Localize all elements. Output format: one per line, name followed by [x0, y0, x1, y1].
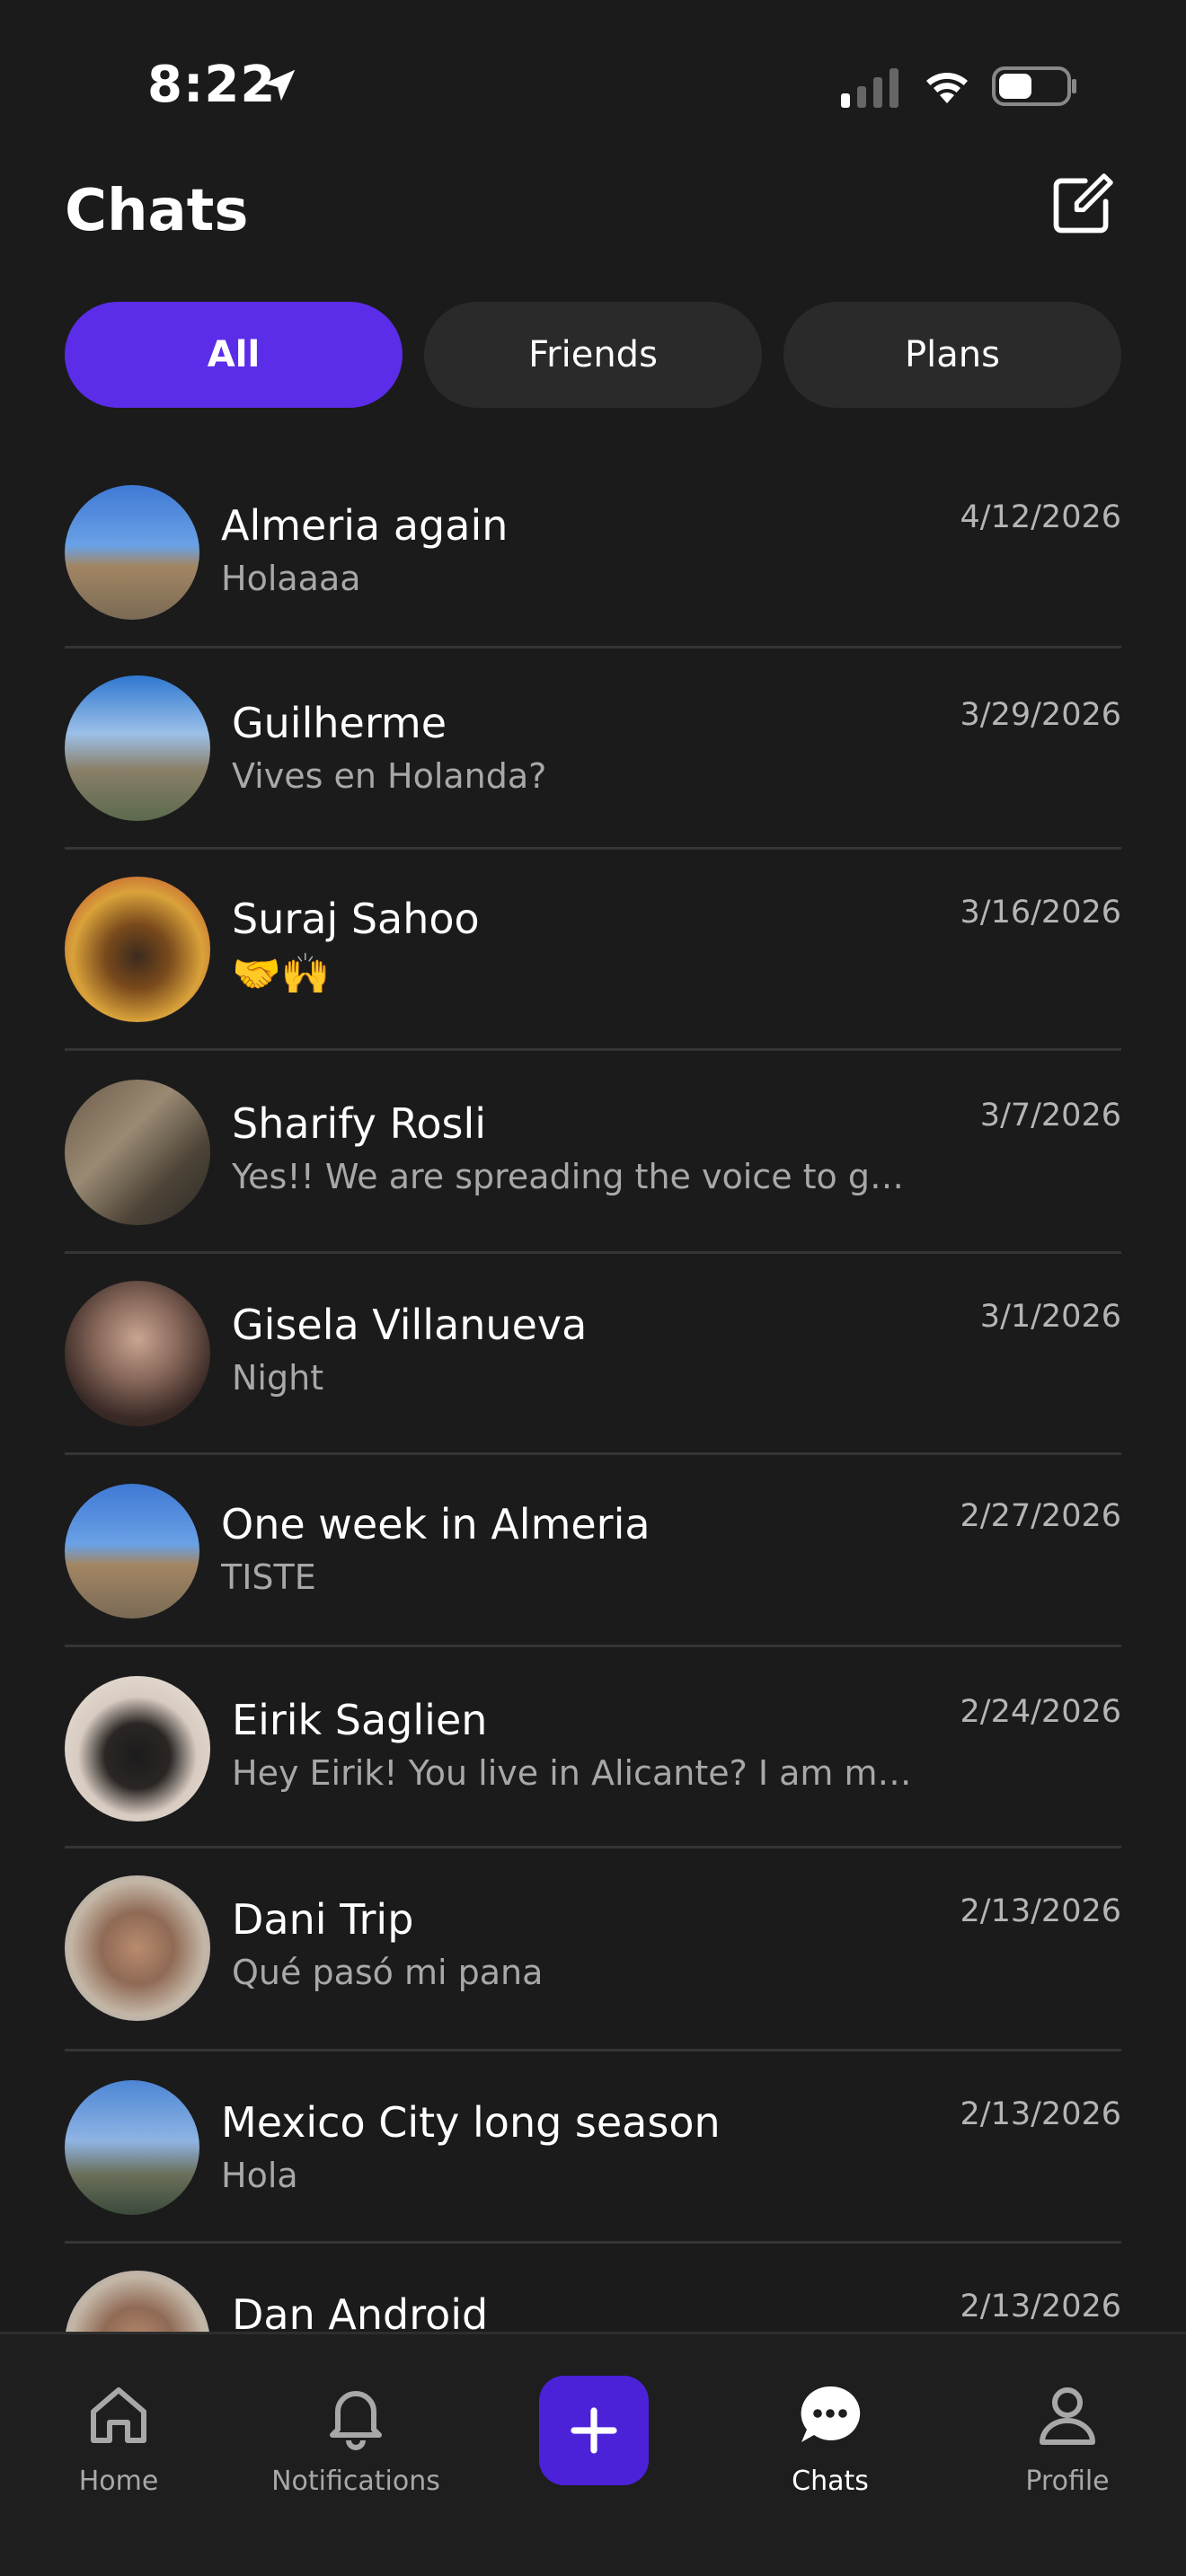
chat-bubble-icon [801, 2386, 861, 2442]
filter-tabs: All Friends Plans [65, 302, 1121, 408]
tab-all[interactable]: All [65, 302, 403, 408]
chat-name: Almeria again [221, 501, 509, 550]
nav-chats-label: Chats [792, 2466, 869, 2497]
chat-list: Almeria again Holaaaa 4/12/2026 Guilherm… [65, 449, 1121, 2335]
cellular-signal-icon [841, 68, 898, 108]
avatar [65, 1676, 210, 1822]
home-icon [91, 2387, 146, 2443]
nav-chats[interactable]: Chats [731, 2334, 929, 2514]
bell-icon [330, 2391, 382, 2450]
chat-last-message: TISTE [221, 1557, 316, 1597]
chat-row[interactable]: Mexico City long season Hola 2/13/2026 [65, 2051, 1121, 2244]
chat-row[interactable]: Guilherme Vives en Holanda? 3/29/2026 [65, 648, 1121, 850]
chat-row[interactable]: Dan Android 2/13/2026 [65, 2244, 1121, 2335]
avatar [65, 1484, 199, 1619]
status-time: 8:22 [147, 56, 277, 114]
chat-last-message: Vives en Holanda? [232, 756, 547, 796]
chat-date: 2/13/2026 [960, 1893, 1121, 1929]
chat-row[interactable]: One week in Almeria TISTE 2/27/2026 [65, 1455, 1121, 1647]
chat-name: Mexico City long season [221, 2098, 721, 2147]
chat-row[interactable]: Gisela Villanueva Night 3/1/2026 [65, 1254, 1121, 1455]
chat-name: Suraj Sahoo [232, 895, 480, 943]
compose-icon[interactable] [1048, 171, 1116, 239]
wifi-icon [926, 73, 968, 103]
avatar [65, 1875, 210, 2021]
chat-row[interactable]: Almeria again Holaaaa 4/12/2026 [65, 449, 1121, 648]
nav-notifications-label: Notifications [271, 2466, 440, 2497]
nav-home[interactable]: Home [20, 2334, 217, 2514]
page-title: Chats [65, 178, 249, 244]
chat-last-message: Yes!! We are spreading the voice to get.… [232, 1157, 915, 1196]
chat-date: 3/29/2026 [960, 697, 1121, 733]
chat-name: Dan Android [232, 2290, 489, 2335]
chat-date: 3/1/2026 [979, 1299, 1121, 1335]
chat-name: Gisela Villanueva [232, 1301, 588, 1349]
chat-date: 3/16/2026 [960, 895, 1121, 931]
avatar [65, 1281, 210, 1426]
chat-date: 3/7/2026 [979, 1098, 1121, 1134]
chat-date: 2/24/2026 [960, 1694, 1121, 1730]
chat-last-message: Night [232, 1358, 324, 1398]
chat-date: 2/13/2026 [960, 2289, 1121, 2325]
avatar [65, 877, 210, 1022]
chat-row[interactable]: Dani Trip Qué pasó mi pana 2/13/2026 [65, 1848, 1121, 2051]
chat-name: Guilherme [232, 699, 447, 747]
chat-row[interactable]: Sharify Rosli Yes!! We are spreading the… [65, 1051, 1121, 1254]
nav-profile[interactable]: Profile [969, 2334, 1166, 2514]
battery-icon [992, 66, 1076, 106]
location-arrow-icon [263, 69, 296, 101]
chat-name: Dani Trip [232, 1895, 414, 1944]
plus-icon [571, 2407, 617, 2454]
nav-home-label: Home [78, 2466, 159, 2497]
chat-last-message: Qué pasó mi pana [232, 1953, 544, 1992]
add-button[interactable] [539, 2376, 649, 2485]
avatar [65, 485, 199, 620]
chat-date: 2/27/2026 [960, 1498, 1121, 1534]
chat-last-message: Hey Eirik! You live in Alicante? I am mo… [232, 1753, 915, 1793]
tab-friends[interactable]: Friends [424, 302, 762, 408]
avatar [65, 675, 210, 821]
chat-name: Sharify Rosli [232, 1099, 487, 1148]
chat-last-message: Holaaaa [221, 559, 361, 598]
chat-row[interactable]: Suraj Sahoo 🤝🙌 3/16/2026 [65, 850, 1121, 1051]
avatar [65, 2080, 199, 2215]
chat-last-message: Hola [221, 2156, 298, 2195]
avatar [65, 2271, 210, 2335]
chat-date: 2/13/2026 [960, 2096, 1121, 2132]
chat-name: Eirik Saglien [232, 1696, 488, 1744]
avatar [65, 1080, 210, 1225]
status-bar: 8:22 [0, 0, 1186, 171]
chat-row[interactable]: Eirik Saglien Hey Eirik! You live in Ali… [65, 1647, 1121, 1848]
chat-name: One week in Almeria [221, 1500, 651, 1548]
nav-profile-label: Profile [1025, 2466, 1110, 2497]
chat-last-message: 🤝🙌 [232, 951, 331, 997]
bottom-nav: Home Notifications Chats Profile [0, 2332, 1186, 2576]
chat-date: 4/12/2026 [960, 499, 1121, 535]
nav-notifications[interactable]: Notifications [257, 2334, 455, 2514]
tab-plans[interactable]: Plans [783, 302, 1121, 408]
profile-icon [1040, 2387, 1095, 2445]
